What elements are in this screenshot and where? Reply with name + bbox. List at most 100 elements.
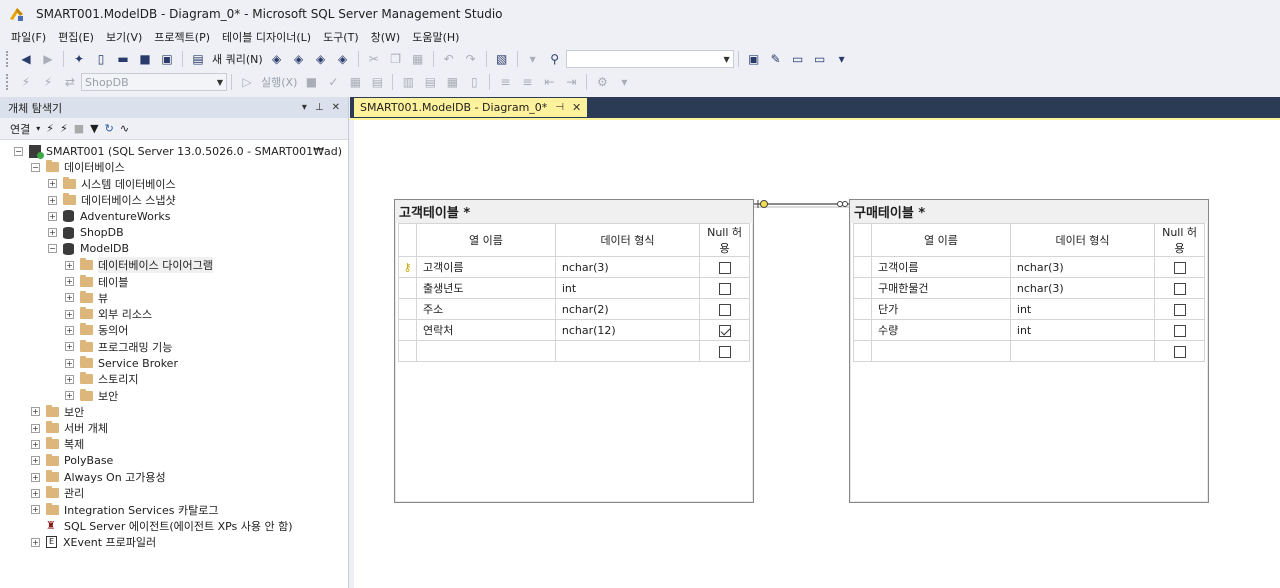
expand-toggle-icon[interactable]: + bbox=[31, 407, 40, 417]
menu-help[interactable]: 도움말(H) bbox=[407, 29, 464, 45]
increase-indent-icon[interactable]: ⇥ bbox=[562, 73, 580, 91]
expand-toggle-icon[interactable]: + bbox=[31, 488, 40, 498]
copy-icon[interactable]: ❐ bbox=[387, 50, 405, 68]
tree-node[interactable]: + 데이터베이스 스냅샷 bbox=[0, 192, 348, 208]
registered-servers-icon[interactable]: ▣ bbox=[745, 50, 763, 68]
row-selector[interactable] bbox=[398, 340, 417, 362]
filter-icon[interactable]: ▼ bbox=[90, 122, 98, 135]
pin-icon[interactable]: ⊣ bbox=[555, 102, 564, 113]
results-file-icon[interactable]: ▯ bbox=[465, 73, 483, 91]
console-icon[interactable]: ▭ bbox=[811, 50, 829, 68]
tree-node[interactable]: + 복제 bbox=[0, 436, 348, 452]
allow-null-checkbox[interactable] bbox=[1173, 345, 1186, 358]
execute-icon[interactable]: ▷ bbox=[238, 73, 256, 91]
connect-icon[interactable]: ⚡ bbox=[46, 122, 54, 135]
expand-toggle-icon[interactable]: + bbox=[48, 211, 57, 221]
expand-toggle-icon[interactable]: + bbox=[65, 277, 74, 287]
back-icon[interactable]: ◀ bbox=[17, 50, 35, 68]
expand-toggle-icon[interactable]: + bbox=[31, 439, 40, 449]
column-name-cell[interactable]: 연락처 bbox=[415, 319, 556, 341]
expand-toggle-icon[interactable]: + bbox=[31, 505, 40, 515]
data-type-cell[interactable]: nchar(3) bbox=[1009, 256, 1156, 278]
open-folder-icon[interactable]: ▬ bbox=[114, 50, 132, 68]
column-row[interactable]: 주소 nchar(2) bbox=[398, 298, 750, 320]
query-designer-icon[interactable]: ▤ bbox=[368, 73, 386, 91]
save-all-icon[interactable]: ▣ bbox=[158, 50, 176, 68]
menu-window[interactable]: 창(W) bbox=[366, 29, 406, 45]
toolbar-options-icon[interactable]: ▾ bbox=[615, 73, 633, 91]
expand-toggle-icon[interactable]: + bbox=[48, 228, 57, 238]
refresh-icon[interactable]: ↻ bbox=[105, 122, 114, 135]
execute-button[interactable]: 실행(X) bbox=[261, 74, 297, 90]
column-row[interactable]: 수량 int bbox=[853, 319, 1205, 341]
menu-table-designer[interactable]: 테이블 디자이너(L) bbox=[217, 29, 316, 45]
tree-node[interactable]: − 데이터베이스 bbox=[0, 159, 348, 175]
parse-icon[interactable]: ✓ bbox=[324, 73, 342, 91]
tree-node[interactable]: + AdventureWorks bbox=[0, 208, 348, 224]
tree-node[interactable]: + 시스템 데이터베이스 bbox=[0, 176, 348, 192]
expand-toggle-icon[interactable]: + bbox=[65, 374, 74, 384]
new-project-icon[interactable]: ✦ bbox=[70, 50, 88, 68]
tree-node[interactable]: + Integration Services 카탈로그 bbox=[0, 502, 348, 518]
display-plan-icon[interactable]: ▦ bbox=[346, 73, 364, 91]
allow-null-checkbox[interactable] bbox=[1173, 261, 1186, 274]
chevron-down-icon[interactable]: ▾ bbox=[36, 124, 40, 133]
menu-view[interactable]: 보기(V) bbox=[101, 29, 147, 45]
toolbar-grip[interactable] bbox=[6, 74, 10, 90]
toolbox-icon[interactable]: ▭ bbox=[789, 50, 807, 68]
diagram-table-title[interactable]: 고객테이블 * bbox=[395, 200, 753, 223]
results-grid-icon[interactable]: ▦ bbox=[443, 73, 461, 91]
tree-node[interactable]: + 스토리지 bbox=[0, 371, 348, 387]
diagram-table-purchases[interactable]: 구매테이블 * 열 이름 데이터 형식 Null 허용 고객이름 nchar(3) 구매한물… bbox=[849, 199, 1209, 503]
tree-node[interactable]: + Service Broker bbox=[0, 355, 348, 371]
column-name-cell[interactable]: 수량 bbox=[870, 319, 1011, 341]
tree-node[interactable]: + E XEvent 프로파일러 bbox=[0, 534, 348, 550]
tree-node[interactable]: + 데이터베이스 다이어그램 bbox=[0, 257, 348, 274]
tree-node[interactable]: + 보안 bbox=[0, 404, 348, 420]
data-type-cell[interactable] bbox=[554, 340, 701, 362]
specify-values-icon[interactable]: ⚙ bbox=[593, 73, 611, 91]
row-selector[interactable] bbox=[398, 298, 417, 320]
data-type-cell[interactable]: int bbox=[1009, 319, 1156, 341]
menu-edit[interactable]: 편집(E) bbox=[53, 29, 99, 45]
diagram-canvas[interactable]: 고객테이블 * 열 이름 데이터 형식 Null 허용 ⚷ 고객이름 nchar(3) 출생년… bbox=[354, 120, 1280, 588]
column-row[interactable]: ⚷ 고객이름 nchar(3) bbox=[398, 256, 750, 278]
allow-null-checkbox[interactable] bbox=[718, 261, 731, 274]
data-type-cell[interactable]: int bbox=[554, 277, 701, 299]
pin-icon[interactable]: ⊥ bbox=[315, 102, 324, 113]
row-selector[interactable] bbox=[853, 256, 872, 278]
tree-node[interactable]: + 관리 bbox=[0, 485, 348, 501]
toolbar-options-icon[interactable]: ▾ bbox=[833, 50, 851, 68]
new-file-icon[interactable]: ▯ bbox=[92, 50, 110, 68]
allow-null-checkbox[interactable] bbox=[718, 282, 731, 295]
stop-icon[interactable]: ■ bbox=[302, 73, 320, 91]
properties-wrench-icon[interactable]: ✎ bbox=[767, 50, 785, 68]
expand-toggle-icon[interactable]: + bbox=[65, 342, 74, 352]
tree-node[interactable]: + 동의어 bbox=[0, 322, 348, 338]
column-row[interactable] bbox=[398, 340, 750, 362]
data-type-cell[interactable]: nchar(3) bbox=[554, 256, 701, 278]
expand-toggle-icon[interactable]: + bbox=[65, 391, 74, 401]
forward-icon[interactable]: ▶ bbox=[39, 50, 57, 68]
column-name-cell[interactable]: 단가 bbox=[870, 298, 1011, 320]
tree-node[interactable]: + ShopDB bbox=[0, 224, 348, 240]
tree-node[interactable]: − SMART001 (SQL Server 13.0.5026.0 - SMAR… bbox=[0, 143, 348, 159]
expand-toggle-icon[interactable]: + bbox=[65, 309, 74, 319]
disconnect-icon[interactable]: ⚡ bbox=[39, 73, 57, 91]
disconnect-icon[interactable]: ⚡ bbox=[60, 122, 68, 135]
stop-icon[interactable]: ■ bbox=[74, 122, 84, 135]
row-selector[interactable]: ⚷ bbox=[398, 256, 417, 278]
connect-icon[interactable]: ⚡ bbox=[17, 73, 35, 91]
column-name-cell[interactable]: 주소 bbox=[415, 298, 556, 320]
allow-null-checkbox[interactable] bbox=[718, 303, 731, 316]
column-name-cell[interactable] bbox=[415, 340, 556, 362]
tree-node[interactable]: + 테이블 bbox=[0, 273, 348, 289]
menu-tools[interactable]: 도구(T) bbox=[318, 29, 364, 45]
allow-null-checkbox[interactable] bbox=[1173, 324, 1186, 337]
mdx-query-icon[interactable]: ◈ bbox=[268, 50, 286, 68]
dax-query-icon[interactable]: ◈ bbox=[334, 50, 352, 68]
tree-node[interactable]: + 서버 개체 bbox=[0, 420, 348, 436]
expand-toggle-icon[interactable]: + bbox=[31, 537, 40, 547]
tree-node[interactable]: + 보안 bbox=[0, 387, 348, 403]
undo-icon[interactable]: ↶ bbox=[440, 50, 458, 68]
